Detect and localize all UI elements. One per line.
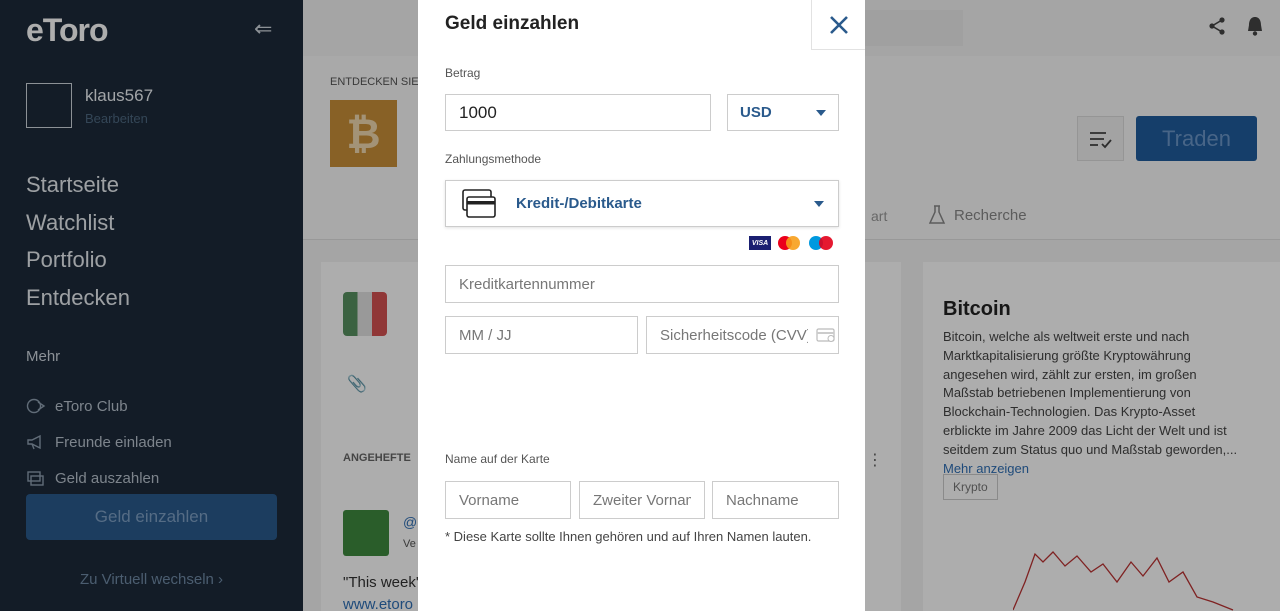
currency-select[interactable]: USD	[727, 94, 839, 131]
card-owner-note: * Diese Karte sollte Ihnen gehören und a…	[445, 529, 812, 544]
visa-icon: VISA	[749, 236, 771, 250]
amount-label: Betrag	[445, 66, 481, 80]
card-brands: VISA	[749, 235, 835, 251]
chevron-down-icon	[816, 109, 826, 116]
chevron-down-icon	[814, 200, 824, 207]
middle-name-input[interactable]	[579, 481, 705, 519]
card-number-input[interactable]	[445, 265, 839, 303]
mastercard-icon	[778, 236, 800, 250]
currency-value: USD	[740, 104, 772, 121]
last-name-input[interactable]	[712, 481, 839, 519]
first-name-input[interactable]	[445, 481, 571, 519]
amount-input[interactable]	[445, 94, 711, 131]
payment-method-select[interactable]: Kredit-/Debitkarte	[445, 180, 839, 227]
maestro-icon	[809, 236, 833, 250]
payment-method-label: Zahlungsmethode	[445, 152, 542, 166]
close-button[interactable]	[811, 0, 865, 50]
deposit-modal: Geld einzahlen Betrag USD Zahlungsmethod…	[418, 0, 865, 611]
modal-title: Geld einzahlen	[445, 13, 580, 34]
card-name-label: Name auf der Karte	[445, 452, 550, 466]
close-icon	[829, 15, 848, 34]
cvv-card-icon	[816, 328, 835, 342]
payment-method-value: Kredit-/Debitkarte	[516, 195, 642, 212]
cvv-input[interactable]	[646, 316, 839, 354]
credit-card-icon	[462, 188, 496, 218]
expiry-input[interactable]	[445, 316, 638, 354]
